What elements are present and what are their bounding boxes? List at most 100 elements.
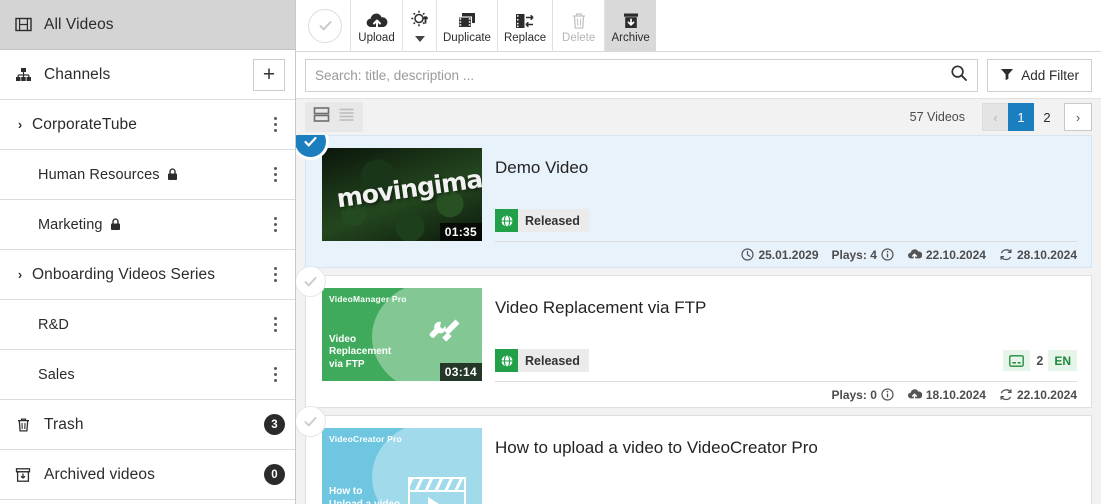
main-content: Upload Duplicate Replace Delete Archive … <box>296 0 1101 504</box>
row-menu-button[interactable] <box>265 308 285 342</box>
video-title[interactable]: How to upload a video to VideoCreator Pr… <box>495 438 1077 458</box>
lock-icon <box>167 168 178 181</box>
meta-plays: Plays: 4 <box>832 248 894 262</box>
add-channel-button[interactable]: + <box>253 58 285 91</box>
archive-box-icon <box>621 7 641 31</box>
film-strip-icon <box>12 14 34 36</box>
gear-upload-dropdown-icon <box>409 9 431 35</box>
sidebar-item-corporatetube[interactable]: › CorporateTube <box>0 100 295 150</box>
table-row[interactable]: VideoCreator Pro How to Upload a video Ho… <box>296 406 1092 504</box>
sidebar-item-rd[interactable]: R&D <box>0 300 295 350</box>
status-label: Released <box>525 353 580 368</box>
meta-uploaded: 22.10.2024 <box>907 248 986 262</box>
add-filter-button[interactable]: Add Filter <box>987 58 1092 92</box>
row-menu-button[interactable] <box>265 158 285 192</box>
chevron-right-icon[interactable]: › <box>12 117 28 132</box>
badge-row: Released 2 EN <box>495 349 1077 381</box>
table-row[interactable]: VideoManager Pro Video Replacement via FTP… <box>296 266 1092 408</box>
list-controls: 57 Videos ‹ 1 2 › <box>296 99 1101 135</box>
replace-button[interactable]: Replace <box>496 0 552 52</box>
status-label: Released <box>525 213 580 228</box>
cloud-upload-icon <box>365 7 389 31</box>
pagination-prev-button: ‹ <box>982 103 1008 131</box>
row-select-checkbox[interactable] <box>296 266 326 297</box>
thumbnail-art-blue: VideoCreator Pro How to Upload a video <box>322 428 482 504</box>
language-badge: EN <box>1048 350 1077 371</box>
video-duration: 03:14 <box>439 363 482 381</box>
video-info: Demo Video Released 25.01.2029 Plays: 4 … <box>482 146 1077 267</box>
row-menu-button[interactable] <box>265 258 285 292</box>
sidebar-item-label: Sales <box>38 366 75 383</box>
trash-count-badge: 3 <box>264 414 285 435</box>
video-title[interactable]: Video Replacement via FTP <box>495 298 1077 318</box>
replace-film-icon <box>514 7 536 31</box>
duplicate-button[interactable]: Duplicate <box>436 0 497 52</box>
sidebar-header-channels: Channels + <box>0 50 295 100</box>
video-thumbnail[interactable]: VideoManager Pro Video Replacement via FTP… <box>322 288 482 381</box>
upload-button[interactable]: Upload <box>350 0 402 52</box>
org-tree-icon <box>12 64 34 86</box>
search-toolbar: Add Filter <box>296 52 1101 99</box>
sidebar-item-trash[interactable]: Trash 3 <box>0 400 295 450</box>
pagination-page-1[interactable]: 1 <box>1008 103 1034 131</box>
meta-row: 25.01.2029 Plays: 4 22.10.2024 28.10.202… <box>495 241 1077 267</box>
search-input[interactable] <box>315 67 951 83</box>
sidebar-item-human-resources[interactable]: Human Resources <box>0 150 295 200</box>
duplicate-label: Duplicate <box>443 32 491 45</box>
video-count-label: 57 Videos <box>909 110 965 124</box>
row-menu-button[interactable] <box>265 108 285 142</box>
search-field-wrapper[interactable] <box>305 58 979 92</box>
video-list[interactable]: movingimage 01:35 Demo Video Released 25… <box>296 135 1101 504</box>
sidebar-item-label: Archived videos <box>44 465 155 483</box>
funnel-icon <box>1000 67 1014 84</box>
table-row[interactable]: movingimage 01:35 Demo Video Released 25… <box>296 135 1092 268</box>
select-all-button[interactable] <box>308 8 342 43</box>
meta-schedule: 25.01.2029 <box>741 248 819 262</box>
thumbnail-caption: How to Upload a video <box>329 486 401 504</box>
video-manager-app: All Videos Channels + › CorporateTube Hu… <box>0 0 1101 504</box>
archived-count-badge: 0 <box>264 464 285 485</box>
chevron-down-icon <box>414 36 425 42</box>
lock-icon <box>110 218 121 231</box>
chevron-right-icon[interactable]: › <box>12 267 28 282</box>
video-thumbnail[interactable]: movingimage 01:35 <box>322 148 482 241</box>
meta-row: Plays: 0 18.10.2024 22.10.2024 <box>495 381 1077 407</box>
card-view-icon[interactable] <box>313 106 330 128</box>
sidebar-item-all-videos[interactable]: All Videos <box>0 0 295 50</box>
replace-label: Replace <box>503 32 547 45</box>
sidebar: All Videos Channels + › CorporateTube Hu… <box>0 0 296 504</box>
status-badge: Released <box>495 209 589 232</box>
video-thumbnail[interactable]: VideoCreator Pro How to Upload a video <box>322 428 482 504</box>
video-duration: 01:35 <box>439 223 482 241</box>
sidebar-item-sales[interactable]: Sales <box>0 350 295 400</box>
video-info: Video Replacement via FTP Released 2 EN … <box>482 286 1077 407</box>
thumbnail-caption: Video Replacement via FTP <box>329 333 392 370</box>
upload-settings-dropdown[interactable] <box>402 0 436 52</box>
archive-button[interactable]: Archive <box>604 0 657 52</box>
row-menu-button[interactable] <box>265 358 285 392</box>
search-icon[interactable] <box>950 64 968 87</box>
clapperboard-icon <box>408 477 466 504</box>
upload-label: Upload <box>358 32 395 45</box>
wrench-screwdriver-icon <box>428 316 464 355</box>
row-menu-button[interactable] <box>265 208 285 242</box>
meta-updated-value: 22.10.2024 <box>1016 387 1077 402</box>
sidebar-item-label: Onboarding Videos Series <box>32 265 216 283</box>
pagination-page-2[interactable]: 2 <box>1034 103 1060 131</box>
sidebar-header-label: Channels <box>44 65 111 83</box>
delete-button: Delete <box>552 0 604 52</box>
view-toggle-group <box>305 102 363 132</box>
sidebar-item-label: All Videos <box>44 15 114 33</box>
pagination-next-button[interactable]: › <box>1064 103 1092 131</box>
status-badge: Released <box>495 349 589 372</box>
list-view-icon[interactable] <box>338 106 355 128</box>
meta-updated: 22.10.2024 <box>999 388 1077 402</box>
badge-row: Released <box>495 209 1077 241</box>
video-title[interactable]: Demo Video <box>495 158 1077 178</box>
sidebar-item-marketing[interactable]: Marketing <box>0 200 295 250</box>
sidebar-item-label: R&D <box>38 316 69 333</box>
row-select-checkbox[interactable] <box>296 406 326 437</box>
sidebar-item-onboarding-videos-series[interactable]: › Onboarding Videos Series <box>0 250 295 300</box>
sidebar-item-archived-videos[interactable]: Archived videos 0 <box>0 450 295 500</box>
meta-uploaded-value: 22.10.2024 <box>925 247 986 262</box>
